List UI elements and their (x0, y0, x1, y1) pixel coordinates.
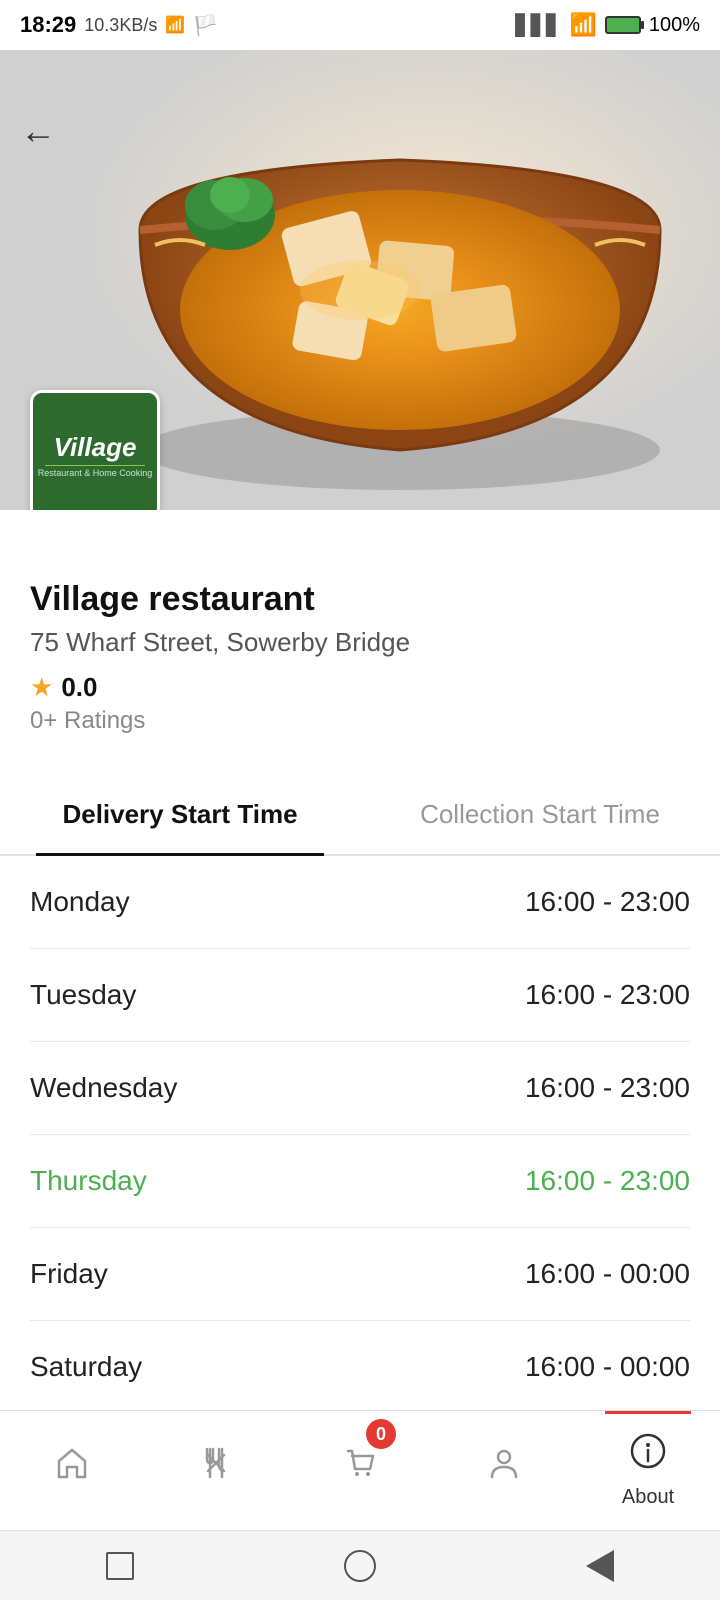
person-icon (486, 1445, 522, 1491)
wifi-icon: 📶 (569, 12, 596, 38)
time-wednesday: 16:00 - 23:00 (525, 1072, 690, 1104)
time-monday: 16:00 - 23:00 (525, 886, 690, 918)
star-icon: ★ (30, 672, 53, 703)
day-friday: Friday (30, 1258, 108, 1290)
nav-cart[interactable]: 0 (288, 1411, 432, 1530)
cart-icon (342, 1445, 378, 1491)
battery-icon (605, 16, 641, 34)
restaurant-name: Village restaurant (30, 580, 690, 619)
cutlery-icon (198, 1445, 234, 1491)
day-saturday: Saturday (30, 1351, 142, 1383)
square-icon (106, 1552, 134, 1580)
status-right: ▋▋▋ 📶 100% (515, 12, 700, 38)
sys-home-button[interactable] (340, 1546, 380, 1586)
time: 18:29 (20, 12, 76, 38)
hero-image: ← (0, 50, 720, 510)
flag-icon: 🏳️ (193, 13, 218, 38)
nav-account[interactable] (432, 1411, 576, 1530)
restaurant-info: Village restaurant 75 Wharf Street, Sowe… (0, 510, 720, 755)
sys-square-button[interactable] (100, 1546, 140, 1586)
hours-row-wednesday: Wednesday 16:00 - 23:00 (30, 1042, 690, 1135)
home-icon (54, 1445, 90, 1491)
battery-percent: 100% (649, 14, 700, 37)
restaurant-logo: Village Restaurant & Home Cooking (30, 390, 160, 510)
day-thursday: Thursday (30, 1165, 147, 1197)
bottom-navigation: 0 About (0, 1410, 720, 1530)
nav-home[interactable] (0, 1411, 144, 1530)
hours-row-friday: Friday 16:00 - 00:00 (30, 1228, 690, 1321)
rating-value: 0.0 (61, 672, 97, 703)
nav-about-label: About (622, 1486, 674, 1509)
cart-badge: 0 (366, 1419, 396, 1449)
logo-text: Village (54, 432, 137, 463)
sys-back-button[interactable] (580, 1546, 620, 1586)
rating-count: 0+ Ratings (30, 707, 145, 734)
network-speed: 10.3KB/s (84, 15, 157, 36)
time-friday: 16:00 - 00:00 (525, 1258, 690, 1290)
info-icon (629, 1432, 667, 1480)
time-thursday: 16:00 - 23:00 (525, 1165, 690, 1197)
hours-row-monday: Monday 16:00 - 23:00 (30, 856, 690, 949)
status-bar: 18:29 10.3KB/s 📶 🏳️ ▋▋▋ 📶 100% (0, 0, 720, 50)
hours-row-saturday: Saturday 16:00 - 00:00 (30, 1321, 690, 1414)
day-monday: Monday (30, 886, 130, 918)
signal-icon: 📶 (165, 15, 185, 35)
system-nav-bar (0, 1530, 720, 1600)
time-saturday: 16:00 - 00:00 (525, 1351, 690, 1383)
nav-about[interactable]: About (576, 1411, 720, 1530)
day-tuesday: Tuesday (30, 979, 136, 1011)
status-left: 18:29 10.3KB/s 📶 🏳️ (20, 12, 218, 38)
time-tuesday: 16:00 - 23:00 (525, 979, 690, 1011)
logo-underline (45, 465, 144, 466)
day-wednesday: Wednesday (30, 1072, 177, 1104)
signal-bars-icon: ▋▋▋ (515, 13, 561, 38)
tab-collection[interactable]: Collection Start Time (360, 775, 720, 854)
circle-icon (344, 1550, 376, 1582)
triangle-icon (586, 1550, 614, 1582)
hours-row-thursday: Thursday 16:00 - 23:00 (30, 1135, 690, 1228)
back-button[interactable]: ← (20, 110, 56, 152)
rating-row: ★ 0.0 (30, 672, 690, 703)
hours-row-tuesday: Tuesday 16:00 - 23:00 (30, 949, 690, 1042)
tabs-container: Delivery Start Time Collection Start Tim… (0, 775, 720, 856)
restaurant-address: 75 Wharf Street, Sowerby Bridge (30, 627, 690, 658)
tab-delivery[interactable]: Delivery Start Time (0, 775, 360, 854)
nav-menu[interactable] (144, 1411, 288, 1530)
hours-list: Monday 16:00 - 23:00 Tuesday 16:00 - 23:… (0, 856, 720, 1414)
logo-subtext: Restaurant & Home Cooking (34, 468, 157, 479)
